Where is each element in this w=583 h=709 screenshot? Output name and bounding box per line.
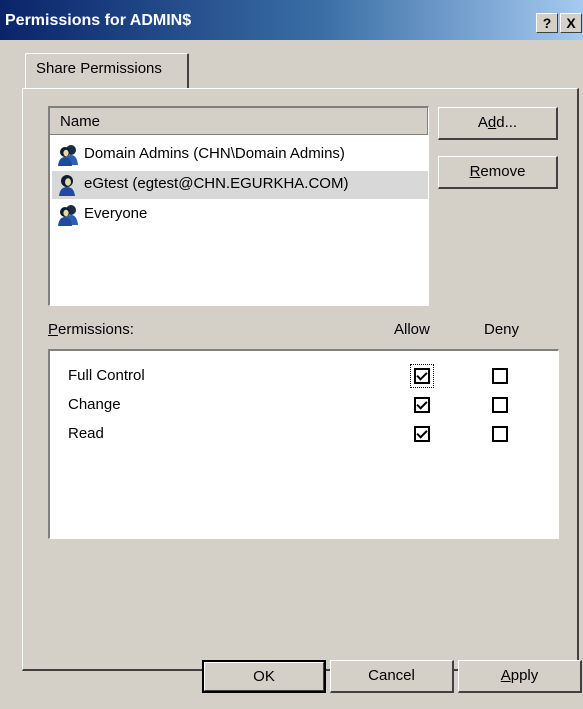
remove-button[interactable]: Remove <box>438 156 558 189</box>
add-button[interactable]: Add... <box>438 107 558 140</box>
help-icon: ? <box>542 15 552 31</box>
user-icon <box>59 175 75 196</box>
allow-checkbox[interactable] <box>414 426 430 442</box>
allow-checkbox[interactable] <box>414 397 430 413</box>
deny-checkbox[interactable] <box>492 368 508 384</box>
remove-label-accel: R <box>469 163 481 180</box>
allow-checkbox[interactable] <box>414 368 430 384</box>
permissions-list: Full Control Change Read <box>48 349 559 539</box>
column-header-name[interactable]: Name <box>50 108 428 135</box>
window-title: Permissions for ADMIN$ <box>5 12 192 29</box>
deny-column-header: Deny <box>484 321 520 338</box>
add-label-part: A <box>477 114 488 131</box>
apply-label-part: pply <box>510 667 539 684</box>
permission-name: Full Control <box>68 367 145 384</box>
permission-name: Read <box>68 425 104 442</box>
permission-row: Change <box>50 392 558 418</box>
group-icon <box>58 145 78 166</box>
list-item[interactable]: eGtest (egtest@CHN.EGURKHA.COM) <box>52 171 428 199</box>
list-item[interactable]: Domain Admins (CHN\Domain Admins) <box>52 141 428 169</box>
permission-name: Change <box>68 396 121 413</box>
permission-row: Full Control <box>50 363 558 389</box>
tab-label: Share Permissions <box>36 60 162 77</box>
deny-checkbox[interactable] <box>492 426 508 442</box>
permissions-label-part: ermissions: <box>58 321 134 338</box>
apply-button[interactable]: Apply <box>458 660 582 693</box>
list-item[interactable]: Everyone <box>52 201 428 229</box>
tab-share-permissions[interactable]: Share Permissions <box>25 53 189 88</box>
cancel-label: Cancel <box>368 667 415 684</box>
list-item-label: eGtest (egtest@CHN.EGURKHA.COM) <box>84 175 349 192</box>
column-header-label: Name <box>60 113 101 130</box>
help-button[interactable]: ? <box>536 13 558 33</box>
apply-label-accel: A <box>500 667 511 684</box>
deny-checkbox[interactable] <box>492 397 508 413</box>
remove-label-part: emove <box>480 163 526 180</box>
list-item-label: Everyone <box>84 205 148 222</box>
close-button[interactable]: X <box>560 13 582 33</box>
add-label-part: d... <box>496 114 518 131</box>
group-icon <box>58 205 78 226</box>
list-item-label: Domain Admins (CHN\Domain Admins) <box>84 145 345 162</box>
allow-column-header: Allow <box>394 321 430 338</box>
ok-button-face <box>204 662 324 691</box>
permission-row: Read <box>50 421 558 447</box>
ok-button[interactable]: OK <box>202 660 326 693</box>
permissions-label: Permissions: <box>48 321 134 338</box>
title-bar: Permissions for ADMIN$ ? X <box>0 0 583 40</box>
permissions-label-accel: P <box>48 321 59 338</box>
close-icon: X <box>566 15 576 31</box>
user-list[interactable]: Name Domain Admins (CHN\Domain Admins) e… <box>48 106 429 306</box>
cancel-button[interactable]: Cancel <box>330 660 454 693</box>
add-label-accel: d <box>487 114 497 131</box>
